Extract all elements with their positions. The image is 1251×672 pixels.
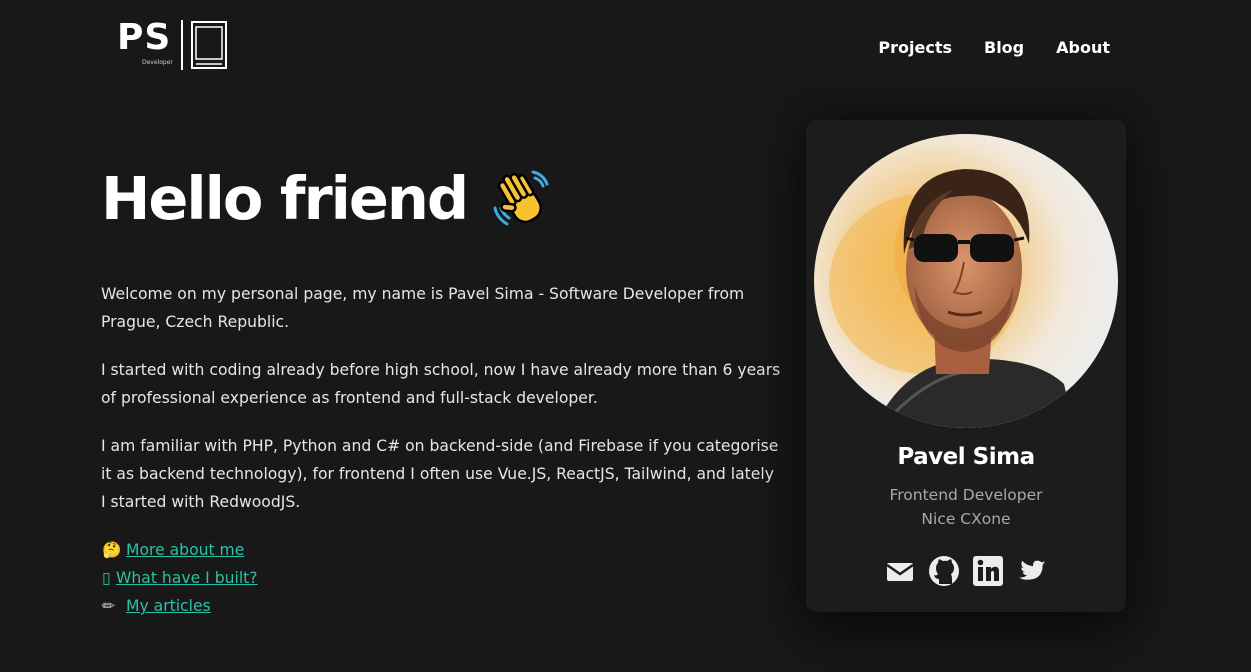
mail-icon[interactable] bbox=[884, 554, 916, 588]
link-my-articles[interactable]: ✏ My articles bbox=[102, 592, 258, 620]
link-label: My articles bbox=[126, 597, 211, 615]
site-logo[interactable]: PS Developer bbox=[117, 18, 229, 72]
logo-divider bbox=[181, 20, 183, 70]
intro-paragraph: I started with coding already before hig… bbox=[101, 361, 781, 407]
link-what-have-i-built[interactable]: ▯ What have I built? bbox=[102, 564, 258, 592]
intro-section: Welcome on my personal page, my name is … bbox=[101, 280, 781, 536]
profile-company: Nice CXone bbox=[921, 510, 1011, 528]
pencil-icon: ✏ bbox=[102, 597, 116, 615]
link-label: More about me bbox=[126, 541, 245, 559]
nav-blog[interactable]: Blog bbox=[984, 38, 1024, 58]
link-more-about-me[interactable]: 🤔 More about me bbox=[102, 536, 258, 564]
profile-name: Pavel Sima bbox=[897, 444, 1035, 470]
logo-text: PS bbox=[117, 17, 172, 58]
twitter-icon[interactable] bbox=[1016, 554, 1048, 588]
quick-links: 🤔 More about me ▯ What have I built? ✏ My a… bbox=[102, 536, 258, 620]
profile-role: Frontend Developer bbox=[889, 486, 1043, 504]
linkedin-icon[interactable] bbox=[972, 554, 1004, 588]
logo-subtitle: Developer bbox=[142, 59, 173, 66]
profile-card: Pavel Sima Frontend Developer Nice CXone bbox=[806, 120, 1126, 612]
hero-title: Hello friend bbox=[101, 163, 555, 235]
hero-title-text: Hello friend bbox=[101, 164, 469, 233]
link-label: What have I built? bbox=[116, 569, 258, 587]
waving-hand-icon bbox=[493, 170, 549, 226]
intro-paragraph: Welcome on my personal page, my name is … bbox=[101, 285, 745, 331]
intro-paragraph: I am familiar with PHP, Python and C# on… bbox=[101, 437, 779, 511]
github-icon[interactable] bbox=[928, 554, 960, 588]
main-nav: Projects Blog About bbox=[878, 38, 1110, 58]
nav-about[interactable]: About bbox=[1056, 38, 1110, 58]
thinking-face-icon: 🤔 bbox=[102, 541, 122, 559]
book-icon bbox=[191, 21, 227, 69]
avatar bbox=[814, 134, 1118, 428]
social-links bbox=[806, 554, 1126, 588]
nav-projects[interactable]: Projects bbox=[878, 38, 952, 58]
missing-glyph-icon: ▯ bbox=[102, 569, 111, 587]
page: PS Developer Projects Blog About Hello f… bbox=[0, 0, 1251, 672]
avatar-portrait bbox=[829, 169, 1074, 428]
